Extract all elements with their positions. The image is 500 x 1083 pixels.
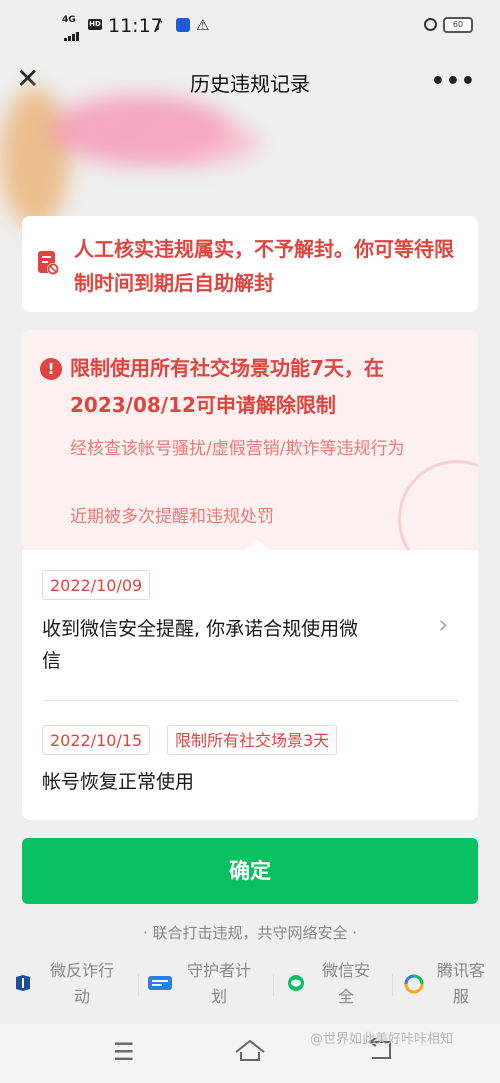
link-label-line: 腾讯客 <box>436 961 485 980</box>
app-header: ✕ 历史违规记录 ••• <box>0 56 500 108</box>
separator <box>273 974 274 996</box>
wechat-security-icon <box>286 974 306 992</box>
guardian-icon <box>148 974 172 992</box>
link-label-line: 全 <box>337 987 354 1006</box>
chevron-right-icon: › <box>438 610 449 640</box>
link-label-line: 动 <box>73 987 90 1006</box>
link-label: 守护者计 划 <box>176 958 262 1010</box>
history-text: 收到微信安全提醒, 你承诺合规使用微 <box>42 618 359 640</box>
history-item: 2022/10/15 限制所有社交场景3天 帐号恢复正常使用 <box>22 701 478 811</box>
restriction-reason: 经核查该帐号骚扰/虚假营销/欺诈等违规行为 <box>70 439 405 459</box>
confirm-button[interactable]: 确定 <box>22 838 478 904</box>
tencent-service-icon <box>404 974 424 994</box>
verdict-card: 人工核实违规属实，不予解封。你可等待限制时间到期后自助解封 <box>22 216 478 312</box>
verdict-text: 人工核实违规属实，不予解封。你可等待限制时间到期后自助解封 <box>74 237 454 295</box>
restriction-title: 限制使用所有社交场景功能7天，在2023/08/12可申请解除限制 <box>70 356 384 417</box>
menu-icon[interactable]: ☰ <box>113 1040 135 1064</box>
history-notch <box>245 540 269 550</box>
history-date: 2022/10/15 <box>42 725 151 755</box>
history-text: 帐号恢复正常使用 <box>42 771 195 793</box>
app-notification-icon <box>176 18 190 32</box>
history-tag: 限制所有社交场景3天 <box>167 725 338 755</box>
history-item[interactable]: 2022/10/09 收到微信安全提醒, 你承诺合规使用微 信 › <box>22 550 478 700</box>
signal-icon <box>64 26 82 41</box>
anti-fraud-icon <box>14 974 34 992</box>
network-indicator: 4G <box>62 15 76 25</box>
alert-icon: ! <box>40 358 62 380</box>
history-date: 2022/10/09 <box>42 570 151 600</box>
link-label-line: 微反诈行 <box>49 961 114 980</box>
separator <box>138 974 139 996</box>
link-label: 微信安 全 <box>310 958 382 1010</box>
page-title: 历史违规记录 <box>190 72 310 96</box>
watermark: @世界如此美好咔咔相知 <box>310 1032 454 1047</box>
battery-icon: 60 <box>443 17 473 33</box>
link-label: 微反诈行 动 <box>38 958 126 1010</box>
link-anti-fraud[interactable]: 微反诈行 动 <box>12 956 130 1016</box>
link-label-line: 服 <box>452 987 469 1006</box>
link-tencent-service[interactable]: 腾讯客 服 <box>400 956 496 1016</box>
decorative-smudge <box>0 88 70 228</box>
history-text: 信 <box>42 650 62 672</box>
footer-links: 微反诈行 动 守护者计 划 微信安 全 腾讯客 服 <box>0 956 500 1020</box>
link-guardian[interactable]: 守护者计 划 <box>146 956 266 1016</box>
hd-icon: HD <box>88 19 102 30</box>
slogan: · 联合打击违规，共守网络安全 · <box>142 924 358 942</box>
link-label-line: 微信安 <box>321 961 370 980</box>
link-wechat-security[interactable]: 微信安 全 <box>282 956 386 1016</box>
separator <box>392 974 393 996</box>
decorative-smudge <box>140 120 260 165</box>
link-label-line: 划 <box>210 987 227 1006</box>
warning-icon: ⚠ <box>196 16 210 34</box>
document-ban-icon <box>37 250 59 276</box>
more-icon[interactable]: ••• <box>431 69 476 94</box>
alarm-icon <box>424 18 437 31</box>
link-label-line: 守护者计 <box>186 961 251 980</box>
system-nav-bar: ☰ @世界如此美好咔咔相知 <box>0 1024 500 1083</box>
home-icon[interactable] <box>234 1038 266 1066</box>
history-list: 2022/10/09 收到微信安全提醒, 你承诺合规使用微 信 › 2022/1… <box>22 540 478 820</box>
status-bar: 4G HD 11:17 ♪ ⚠ 60 <box>0 0 500 56</box>
link-label: 腾讯客 服 <box>428 958 494 1010</box>
tiktok-icon: ♪ <box>154 16 164 34</box>
